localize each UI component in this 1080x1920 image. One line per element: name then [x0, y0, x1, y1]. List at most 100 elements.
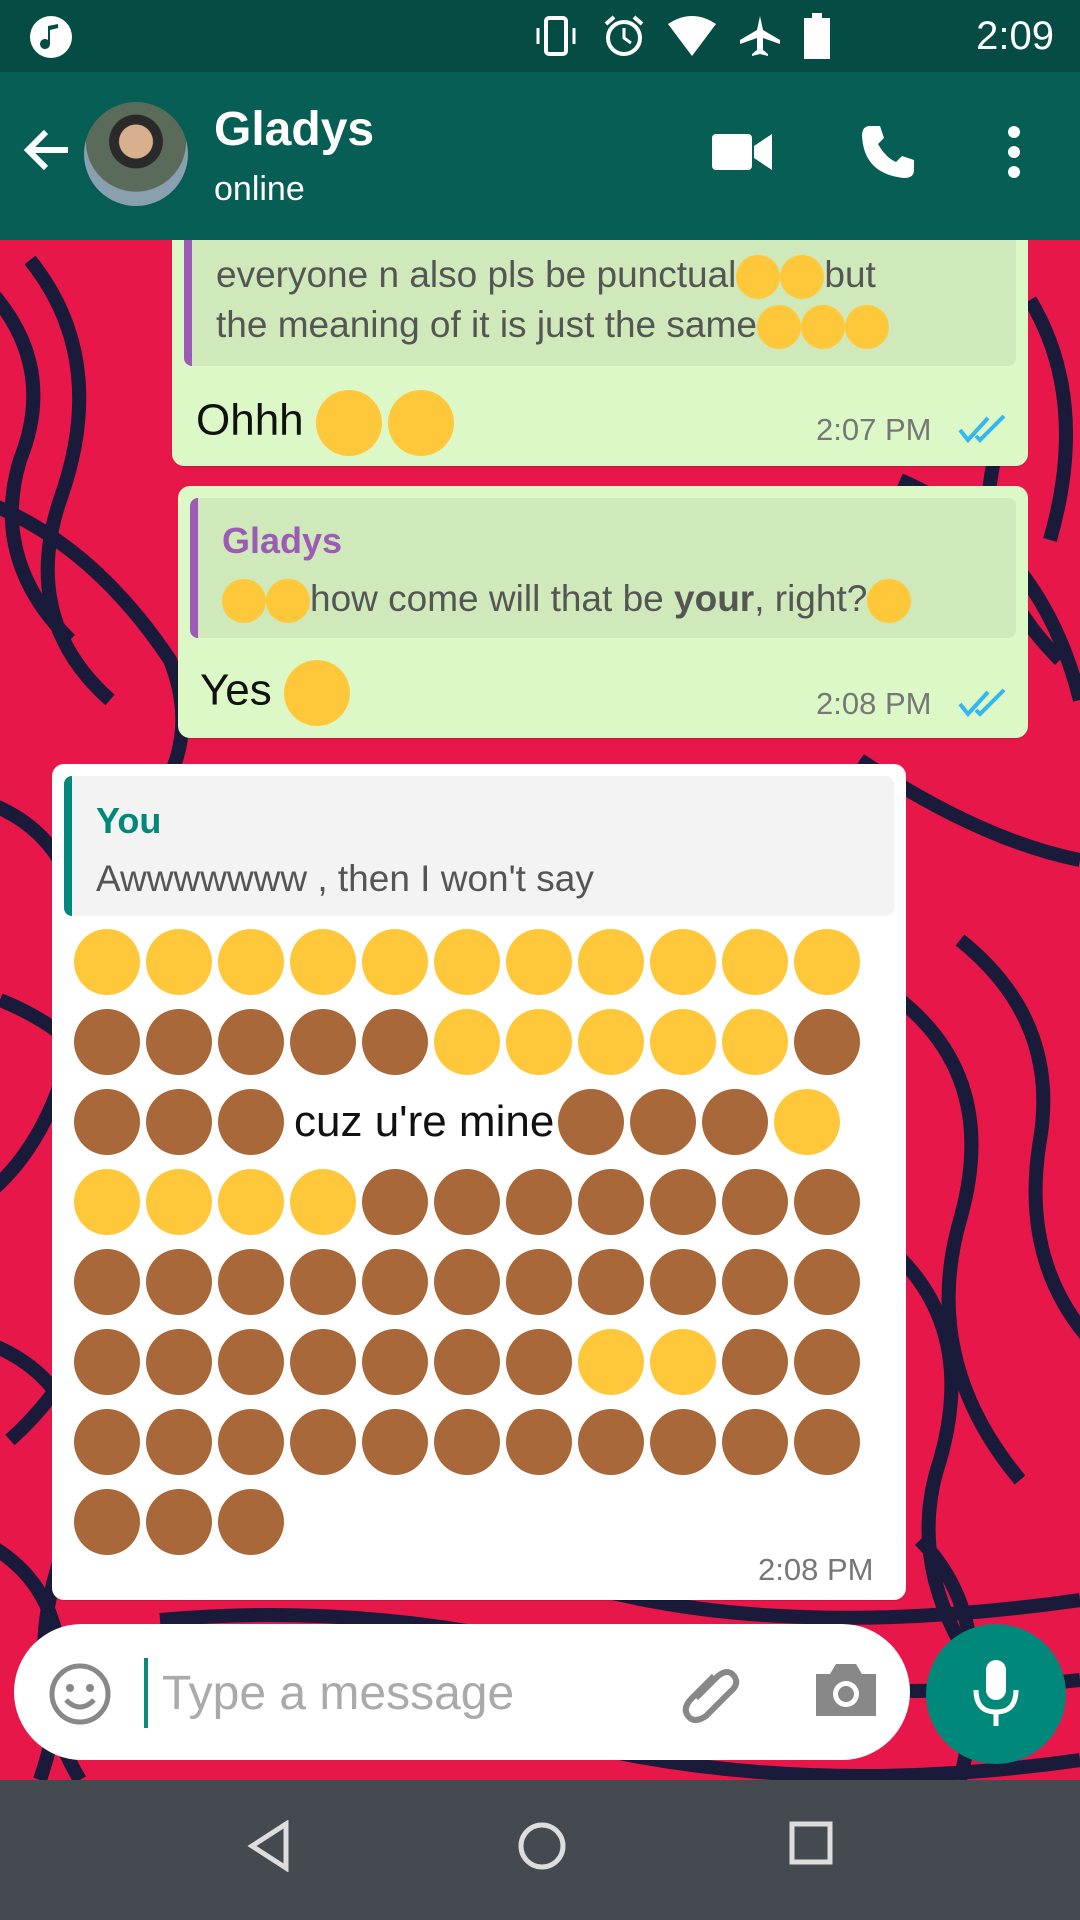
status-icons	[532, 12, 830, 60]
chat-wallpaper: everyone n also pls be punctual but the m…	[0, 240, 1080, 1780]
see-no-evil-monkey-icon	[290, 1009, 356, 1075]
hand-over-mouth-icon	[578, 1329, 644, 1395]
see-no-evil-monkey-icon	[578, 1169, 644, 1235]
see-no-evil-monkey-icon	[722, 1329, 788, 1395]
see-no-evil-monkey-icon	[362, 1329, 428, 1395]
attach-icon[interactable]	[676, 1658, 746, 1728]
hand-over-mouth-icon	[434, 929, 500, 995]
hand-over-mouth-icon	[650, 1329, 716, 1395]
see-no-evil-monkey-icon	[794, 1329, 860, 1395]
see-no-evil-monkey-icon	[218, 1329, 284, 1395]
see-no-evil-monkey-icon	[722, 1169, 788, 1235]
see-no-evil-monkey-icon	[218, 1249, 284, 1315]
see-no-evil-monkey-icon	[146, 1329, 212, 1395]
quote-bar	[184, 240, 192, 366]
hand-over-mouth-icon	[722, 1009, 788, 1075]
hand-over-mouth-icon	[146, 929, 212, 995]
quoted-message[interactable]: You Awwwwwww , then I won't say	[64, 776, 894, 916]
music-note-icon	[30, 16, 72, 58]
quoted-message[interactable]: Gladys how come will that be your, right…	[190, 498, 1016, 638]
see-no-evil-monkey-icon	[218, 1409, 284, 1475]
rolling-laughing-icon	[266, 579, 310, 624]
rolling-laughing-icon	[780, 255, 825, 300]
see-no-evil-monkey-icon	[434, 1409, 500, 1475]
more-vert-icon[interactable]	[1000, 122, 1028, 182]
back-arrow-icon[interactable]	[22, 124, 74, 176]
see-no-evil-monkey-icon	[74, 1409, 140, 1475]
see-no-evil-monkey-icon	[434, 1249, 500, 1315]
read-ticks-icon	[958, 688, 1006, 718]
chat-header: Gladys online	[0, 72, 1080, 240]
see-no-evil-monkey-icon	[650, 1169, 716, 1235]
see-no-evil-monkey-icon	[146, 1009, 212, 1075]
rolling-laughing-icon	[844, 305, 889, 350]
flushed-face-icon	[146, 1169, 212, 1235]
emoji-row	[74, 1406, 866, 1478]
see-no-evil-monkey-icon	[362, 1009, 428, 1075]
quote-text: how come will that be your, right?	[222, 574, 1012, 624]
see-no-evil-monkey-icon	[558, 1089, 625, 1155]
quote-bar	[190, 498, 198, 638]
clock: 2:09	[976, 14, 1054, 58]
see-no-evil-monkey-icon	[506, 1329, 572, 1395]
hand-over-mouth-icon	[578, 929, 644, 995]
flushed-face-icon	[290, 1169, 356, 1235]
mic-button[interactable]	[926, 1624, 1066, 1764]
emoji-row	[74, 1246, 866, 1318]
emoji-row: cuz u're mine	[74, 1086, 846, 1158]
see-no-evil-monkey-icon	[218, 1489, 284, 1555]
message-bubble-incoming[interactable]: You Awwwwwww , then I won't say cuz u're…	[52, 764, 906, 1600]
vibrate-icon	[536, 16, 576, 56]
see-no-evil-monkey-icon	[218, 1009, 284, 1075]
airplane-icon	[740, 16, 780, 56]
see-no-evil-monkey-icon	[146, 1249, 212, 1315]
hand-over-mouth-icon	[290, 929, 356, 995]
see-no-evil-monkey-icon	[362, 1409, 428, 1475]
camera-icon[interactable]	[812, 1658, 880, 1722]
nav-recents-icon[interactable]	[788, 1820, 834, 1866]
message-text: Yes	[200, 660, 356, 726]
see-no-evil-monkey-icon	[578, 1409, 644, 1475]
text-cursor	[144, 1658, 148, 1728]
battery-icon	[804, 13, 830, 59]
alarm-icon	[604, 15, 644, 56]
emoji-row	[74, 1006, 866, 1078]
message-composer	[14, 1624, 910, 1760]
see-no-evil-monkey-icon	[362, 1249, 428, 1315]
flushed-face-icon	[774, 1089, 841, 1155]
message-inline-text: cuz u're mine	[294, 1097, 555, 1146]
see-no-evil-monkey-icon	[578, 1249, 644, 1315]
emoji-row	[74, 926, 866, 998]
emoji-row	[74, 1166, 866, 1238]
see-no-evil-monkey-icon	[722, 1409, 788, 1475]
see-no-evil-monkey-icon	[506, 1249, 572, 1315]
see-no-evil-monkey-icon	[794, 1409, 860, 1475]
see-no-evil-monkey-icon	[794, 1249, 860, 1315]
upside-down-face-icon	[434, 1009, 500, 1075]
phone-call-icon[interactable]	[858, 122, 918, 182]
hand-over-mouth-icon	[722, 929, 788, 995]
message-input[interactable]	[160, 1660, 664, 1726]
quoted-message[interactable]: everyone n also pls be punctual but the m…	[184, 240, 1016, 366]
message-bubble-outgoing[interactable]: Gladys how come will that be your, right…	[178, 486, 1028, 738]
see-no-evil-monkey-icon	[74, 1329, 140, 1395]
hand-over-mouth-icon	[218, 929, 284, 995]
quote-line-1: everyone n also pls be punctual	[216, 254, 737, 295]
avatar[interactable]	[84, 102, 188, 206]
see-no-evil-monkey-icon	[74, 1089, 140, 1155]
read-ticks-icon	[958, 414, 1006, 444]
message-bubble-outgoing[interactable]: everyone n also pls be punctual but the m…	[172, 240, 1028, 466]
see-no-evil-monkey-icon	[290, 1249, 356, 1315]
hand-over-mouth-icon	[650, 1009, 716, 1075]
quote-author: Gladys	[222, 520, 343, 561]
contact-name[interactable]: Gladys	[214, 102, 374, 157]
hand-over-mouth-icon	[506, 929, 572, 995]
nav-back-icon[interactable]	[246, 1820, 292, 1872]
upside-down-face-icon	[506, 1009, 572, 1075]
emoji-icon[interactable]	[48, 1662, 112, 1726]
nav-home-icon[interactable]	[516, 1820, 568, 1872]
hand-over-mouth-icon	[578, 1009, 644, 1075]
video-call-icon[interactable]	[710, 122, 774, 182]
tears-of-joy-icon	[284, 660, 351, 726]
see-no-evil-monkey-icon	[74, 1489, 140, 1555]
